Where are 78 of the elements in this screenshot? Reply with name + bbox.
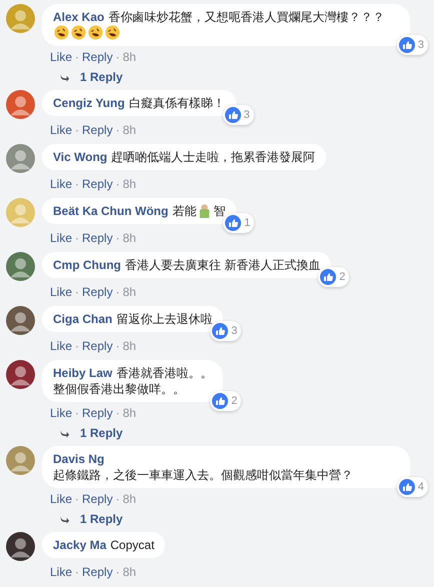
avatar[interactable] [6, 306, 35, 335]
reply-arrow-icon [60, 514, 70, 524]
comment-text: 智 [213, 204, 226, 218]
comment-text: 留返你上去退休啦 [116, 312, 212, 326]
comment-action-link[interactable]: Reply [82, 339, 113, 353]
author-link[interactable]: Vic Wong [53, 150, 108, 164]
timestamp: 8h [122, 50, 136, 64]
comment-action-link[interactable]: Like [50, 406, 72, 420]
separator: · [75, 177, 80, 191]
laughing-emoji-icon [71, 25, 86, 40]
comment-text: 香你鹵味炒花蟹，又想呃香港人買爛尾大灣樓？？？ [108, 10, 384, 24]
separator: · [116, 50, 120, 64]
timestamp: 8h [122, 285, 136, 299]
comment-action-link[interactable]: Reply [82, 177, 113, 191]
comment-action-link[interactable]: Like [50, 177, 72, 191]
comment-action-link[interactable]: Reply [82, 406, 113, 420]
reply-arrow-icon [60, 72, 70, 82]
separator: · [116, 177, 120, 191]
comment-action-link[interactable]: Like [50, 339, 72, 353]
separator: · [116, 339, 120, 353]
laughing-emoji-icon [88, 25, 103, 40]
author-link[interactable]: Jacky Ma [53, 538, 106, 552]
separator: · [75, 50, 80, 64]
comment-action-link[interactable]: Like [50, 492, 72, 506]
comment-action-link[interactable]: Like [50, 123, 72, 137]
comment-text: 若能 [172, 204, 196, 218]
separator: · [116, 123, 120, 137]
comment-text: 整個假香港出黎做咩。。 [53, 382, 185, 396]
separator: · [75, 406, 80, 420]
author-link[interactable]: Heiby Law [53, 366, 112, 380]
separator: · [75, 492, 80, 506]
view-replies-link[interactable]: 1 Reply [80, 70, 123, 84]
separator: · [75, 565, 80, 579]
laughing-emoji-icon [105, 25, 120, 40]
comment-text: 白癡真係有樣睇！ [128, 96, 225, 110]
timestamp: 8h [122, 177, 136, 191]
separator: · [75, 285, 80, 299]
comment-action-link[interactable]: Like [50, 285, 72, 299]
separator: · [116, 565, 120, 579]
comment-action-link[interactable]: Reply [82, 50, 113, 64]
separator: · [75, 339, 80, 353]
view-replies-link[interactable]: 1 Reply [80, 426, 123, 440]
laughing-emoji-icon [54, 25, 69, 40]
comment-text: Copycat [110, 538, 154, 552]
author-link[interactable]: Cengiz Yung [53, 96, 125, 110]
avatar[interactable] [6, 532, 35, 561]
author-link[interactable]: Ciga Chan [53, 312, 112, 326]
comment-action-link[interactable]: Reply [82, 492, 113, 506]
author-link[interactable]: Cmp Chung [53, 258, 121, 272]
comment-action-link[interactable]: Reply [82, 285, 113, 299]
separator: · [116, 285, 120, 299]
view-replies-link[interactable]: 1 Reply [80, 512, 123, 526]
comment-text: 香港就香港啦。。 [116, 366, 212, 380]
timestamp: 8h [122, 406, 136, 420]
separator: · [116, 231, 120, 245]
author-link[interactable]: Beät Ka Chun Wöng [53, 204, 168, 218]
comment-action-link[interactable]: Like [50, 565, 72, 579]
avatar[interactable] [6, 360, 35, 389]
separator: · [75, 123, 80, 137]
author-link[interactable]: Alex Kao [53, 10, 104, 24]
comment-text: 起條鐵路，之後一車車運入去。個觀感咁似當年集中營？ [53, 468, 353, 482]
timestamp: 8h [122, 339, 136, 353]
timestamp: 8h [122, 492, 136, 506]
separator: · [116, 406, 120, 420]
timestamp: 8h [122, 565, 136, 579]
timestamp: 8h [122, 231, 136, 245]
comment-text: 香港人要去廣東往 新香港人正式換血 [125, 258, 320, 272]
comment-action-link[interactable]: Reply [82, 123, 113, 137]
reply-arrow-icon [60, 428, 70, 438]
comment-action-link[interactable]: Reply [82, 231, 113, 245]
separator: · [75, 231, 80, 245]
comment-action-link[interactable]: Like [50, 50, 72, 64]
comment-text: 趕哂啲低端人士走啦，拖累香港發展阿 [111, 150, 316, 164]
comment-action-link[interactable]: Reply [82, 565, 113, 579]
comment-action-link[interactable]: Like [50, 231, 72, 245]
timestamp: 8h [122, 123, 136, 137]
separator: · [116, 492, 120, 506]
author-link[interactable]: Davis Ng [53, 452, 104, 466]
